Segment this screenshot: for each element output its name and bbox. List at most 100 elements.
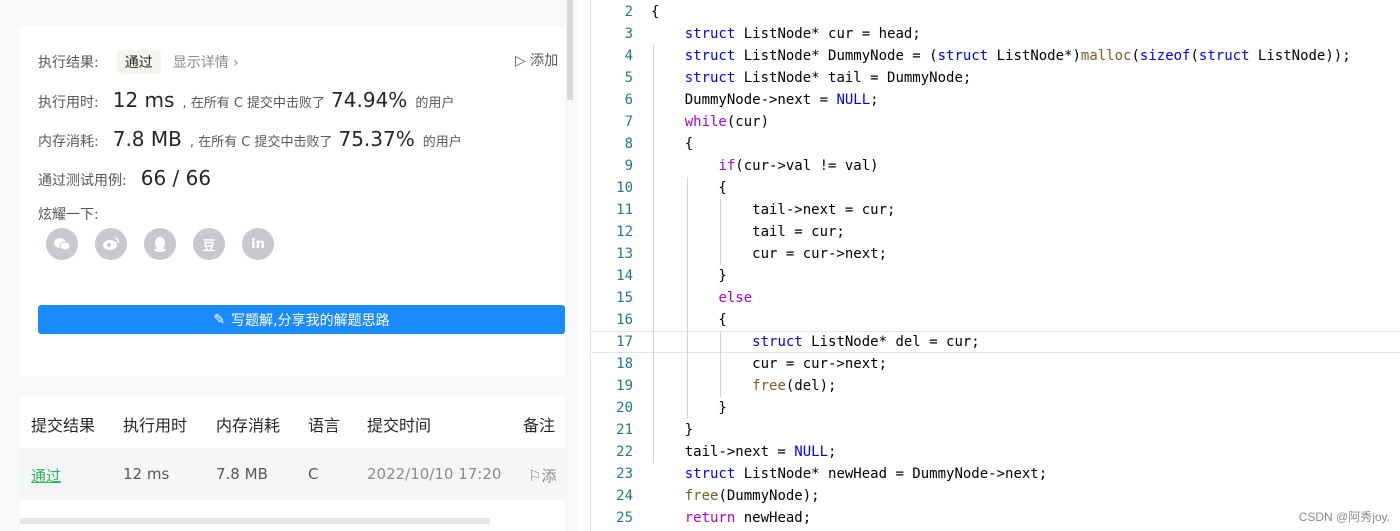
- code-text[interactable]: struct ListNode* tail = DummyNode;: [651, 70, 972, 86]
- runtime-percent: 74.94%: [331, 88, 408, 112]
- code-text[interactable]: struct ListNode* DummyNode = (struct Lis…: [651, 48, 1351, 64]
- tests-value: 66 / 66: [140, 166, 212, 190]
- code-text[interactable]: }: [651, 268, 726, 284]
- col-header-memory: 内存消耗: [216, 416, 281, 435]
- line-number: 18: [616, 356, 633, 372]
- vertical-scrollbar[interactable]: [567, 0, 573, 100]
- code-text[interactable]: {: [651, 4, 659, 20]
- write-solution-button[interactable]: ✎ 写题解,分享我的解题思路: [38, 305, 565, 334]
- add-note-button[interactable]: ▷ 添加: [515, 50, 558, 70]
- col-header-language: 语言: [308, 416, 341, 435]
- code-line[interactable]: 17 struct ListNode* del = cur;: [591, 331, 1400, 353]
- line-number: 4: [624, 48, 633, 64]
- code-text[interactable]: DummyNode->next = NULL;: [651, 92, 879, 108]
- code-line[interactable]: 9 if(cur->val != val): [591, 155, 1400, 177]
- line-number: 6: [624, 92, 633, 108]
- code-text[interactable]: }: [651, 400, 726, 416]
- line-number: 20: [616, 400, 633, 416]
- share-label: 炫耀一下:: [38, 207, 99, 223]
- code-text[interactable]: }: [651, 422, 693, 438]
- code-line[interactable]: 5 struct ListNode* tail = DummyNode;: [591, 67, 1400, 89]
- line-number: 9: [624, 158, 633, 174]
- code-text[interactable]: {: [651, 180, 726, 196]
- row-add-note[interactable]: ⚐添: [528, 465, 556, 486]
- douban-icon[interactable]: 豆: [193, 228, 225, 260]
- code-line[interactable]: 22 tail->next = NULL;: [591, 441, 1400, 463]
- line-number: 8: [624, 136, 633, 152]
- code-text[interactable]: else: [651, 290, 752, 306]
- code-line[interactable]: 14 }: [591, 265, 1400, 287]
- code-line[interactable]: 20 }: [591, 397, 1400, 419]
- code-text[interactable]: struct ListNode* del = cur;: [651, 334, 980, 350]
- col-header-note: 备注: [523, 416, 556, 435]
- code-text[interactable]: free(del);: [651, 378, 836, 394]
- indent-guide: [686, 177, 688, 419]
- code-line[interactable]: 7 while(cur): [591, 111, 1400, 133]
- linkedin-icon[interactable]: in: [242, 228, 274, 260]
- share-icons: 豆 in: [46, 228, 274, 260]
- code-line[interactable]: 23 struct ListNode* newHead = DummyNode-…: [591, 463, 1400, 485]
- show-details-link[interactable]: 显示详情 ›: [173, 52, 239, 72]
- row-result-link[interactable]: 通过: [31, 465, 61, 486]
- result-label: 执行结果:: [38, 55, 99, 71]
- memory-label: 内存消耗:: [38, 134, 99, 150]
- code-text[interactable]: return newHead;: [651, 510, 811, 526]
- code-line[interactable]: 18 cur = cur->next;: [591, 353, 1400, 375]
- code-line[interactable]: 19 free(del);: [591, 375, 1400, 397]
- watermark: CSDN @阿秀joy.: [1298, 510, 1390, 524]
- line-number: 13: [616, 246, 633, 262]
- code-line[interactable]: 2{: [591, 1, 1400, 23]
- col-header-result: 提交结果: [31, 416, 96, 435]
- code-text[interactable]: tail = cur;: [651, 224, 845, 240]
- code-editor[interactable]: 2{3 struct ListNode* cur = head; 4 struct…: [590, 0, 1400, 531]
- runtime-text: , 在所有 C 提交中击败了: [182, 96, 326, 111]
- code-line[interactable]: 15 else: [591, 287, 1400, 309]
- code-line[interactable]: 8 {: [591, 133, 1400, 155]
- code-text[interactable]: if(cur->val != val): [651, 158, 878, 174]
- code-line[interactable]: 13 cur = cur->next;: [591, 243, 1400, 265]
- tests-label: 通过测试用例:: [38, 173, 127, 189]
- memory-row: 内存消耗: 7.8 MB , 在所有 C 提交中击败了 75.37% 的用户: [38, 127, 462, 151]
- indent-guide: [720, 331, 722, 397]
- line-number: 21: [616, 422, 633, 438]
- code-line[interactable]: 16 {: [591, 309, 1400, 331]
- qq-icon[interactable]: [144, 228, 176, 260]
- code-text[interactable]: struct ListNode* cur = head;: [651, 26, 921, 42]
- code-text[interactable]: free(DummyNode);: [651, 488, 820, 504]
- code-text[interactable]: {: [651, 312, 726, 328]
- line-number: 15: [616, 290, 633, 306]
- share-label-row: 炫耀一下:: [38, 204, 99, 224]
- code-line[interactable]: 24 free(DummyNode);: [591, 485, 1400, 507]
- weibo-icon[interactable]: [95, 228, 127, 260]
- code-text[interactable]: struct ListNode* newHead = DummyNode->ne…: [651, 466, 1047, 482]
- runtime-row: 执行用时: 12 ms , 在所有 C 提交中击败了 74.94% 的用户: [38, 88, 454, 112]
- code-text[interactable]: tail->next = NULL;: [651, 444, 837, 460]
- line-number: 10: [616, 180, 633, 196]
- memory-value: 7.8 MB: [112, 127, 182, 151]
- pencil-icon: ✎: [213, 311, 226, 328]
- code-line[interactable]: 11 tail->next = cur;: [591, 199, 1400, 221]
- row-language: C: [308, 465, 319, 483]
- memory-text: , 在所有 C 提交中击败了: [189, 135, 333, 150]
- code-line[interactable]: 12 tail = cur;: [591, 221, 1400, 243]
- line-number: 14: [616, 268, 633, 284]
- code-text[interactable]: while(cur): [651, 114, 769, 130]
- submissions-table: 提交结果 执行用时 内存消耗 语言 提交时间 备注 通过 12 ms 7.8 M…: [20, 396, 565, 531]
- code-line[interactable]: 3 struct ListNode* cur = head;: [591, 23, 1400, 45]
- line-number: 23: [616, 466, 633, 482]
- code-line[interactable]: 21 }: [591, 419, 1400, 441]
- wechat-icon[interactable]: [46, 228, 78, 260]
- row-memory: 7.8 MB: [216, 465, 268, 483]
- line-number: 7: [624, 114, 633, 130]
- horizontal-scrollbar[interactable]: [20, 518, 490, 524]
- code-line[interactable]: 25 return newHead;: [591, 507, 1400, 529]
- add-note-label: 添加: [530, 53, 559, 69]
- code-text[interactable]: {: [651, 136, 693, 152]
- table-row[interactable]: 通过 12 ms 7.8 MB C 2022/10/10 17:20 ⚐添: [20, 448, 565, 500]
- code-line[interactable]: 4 struct ListNode* DummyNode = (struct L…: [591, 45, 1400, 67]
- indent-guide: [653, 45, 654, 463]
- code-line[interactable]: 6 DummyNode->next = NULL;: [591, 89, 1400, 111]
- flag-icon: ⚐: [528, 467, 542, 485]
- code-line[interactable]: 10 {: [591, 177, 1400, 199]
- line-number: 16: [616, 312, 633, 328]
